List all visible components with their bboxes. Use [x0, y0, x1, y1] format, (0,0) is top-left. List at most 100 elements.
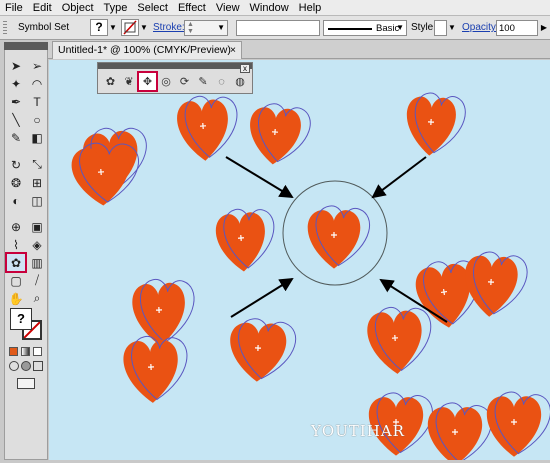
gradient-tool-icon[interactable]: ▣: [28, 218, 46, 235]
column-graph-tool-icon[interactable]: ▥: [28, 254, 46, 271]
paintbrush-tool-icon[interactable]: ✎: [7, 129, 25, 146]
symbol-spinner-icon[interactable]: ⟳: [176, 73, 193, 90]
menu-select[interactable]: Select: [132, 0, 173, 16]
menu-file[interactable]: File: [0, 0, 28, 16]
brush-definition[interactable]: Basic ▼: [323, 20, 407, 36]
symbol-stainer-icon[interactable]: ✎: [195, 73, 212, 90]
menu-effect[interactable]: Effect: [173, 0, 211, 16]
tools-panel-titlebar[interactable]: [4, 42, 48, 50]
tools-panel: ➤ ➢ ✦ ◠ ✒ T ╲ ○ ✎ ◧ ↻ ⤡ ❂ ⊞ ◐ ◫ ⊕ ▣ ⌇ ◈ ✿ ▥ ▢ ⧸ ✋ ⌕?: [4, 42, 48, 460]
heart-fill: [307, 210, 361, 269]
menu-window[interactable]: Window: [245, 0, 294, 16]
heart-symbol[interactable]: [122, 333, 191, 405]
fill-swatch-icon[interactable]: ?: [10, 308, 32, 330]
eyedropper-tool-icon[interactable]: ⌇: [7, 236, 25, 253]
heart-symbol[interactable]: [427, 401, 493, 463]
symbol-sprayer-tool-icon[interactable]: ✿: [5, 252, 27, 273]
lasso-tool-icon[interactable]: ◠: [28, 75, 46, 92]
opacity-field[interactable]: 100: [496, 20, 538, 36]
document-tab[interactable]: Untitled-1* @ 100% (CMYK/Preview) ×: [52, 41, 242, 59]
symbol-shifter-icon[interactable]: ❦: [121, 73, 138, 90]
line-segment-tool-icon[interactable]: ╲: [7, 111, 25, 128]
brush-dropdown-icon[interactable]: ▼: [396, 23, 404, 32]
slice-tool-icon[interactable]: ⧸: [28, 272, 46, 289]
panel-close-icon[interactable]: x: [240, 64, 250, 73]
draw-inside-icon[interactable]: [33, 361, 43, 371]
heart-symbol[interactable]: [175, 92, 241, 162]
heart-symbol[interactable]: [229, 316, 298, 383]
draw-behind-icon[interactable]: [21, 361, 31, 371]
draw-normal-icon[interactable]: [9, 361, 19, 371]
free-transform-tool-icon[interactable]: ⊞: [28, 174, 46, 191]
spinner-up-icon[interactable]: ▲: [187, 21, 194, 28]
heart-symbol[interactable]: [366, 303, 436, 376]
style-label: Style:: [411, 22, 437, 33]
magic-wand-tool-icon[interactable]: ✦: [7, 75, 25, 92]
scale-tool-icon[interactable]: ⤡: [28, 156, 46, 173]
menu-view[interactable]: View: [211, 0, 245, 16]
heart-symbol[interactable]: [247, 101, 313, 167]
menu-help[interactable]: Help: [294, 0, 327, 16]
type-tool-icon[interactable]: T: [28, 93, 46, 110]
hand-tool-icon[interactable]: ✋: [7, 290, 25, 307]
panel-titlebar[interactable]: [98, 63, 252, 69]
stroke-label[interactable]: Stroke:: [153, 22, 185, 34]
direct-selection-tool-icon[interactable]: ➢: [28, 57, 46, 74]
perspective-grid-tool-icon[interactable]: ◫: [28, 192, 46, 209]
artwork: [70, 90, 550, 463]
shape-builder-tool-icon[interactable]: ◐: [7, 192, 25, 209]
gradient-icon[interactable]: [21, 347, 30, 356]
color-icon[interactable]: [9, 347, 18, 356]
heart-symbol[interactable]: [214, 205, 279, 274]
selection-tool-icon[interactable]: ➤: [7, 57, 25, 74]
stroke-swatch[interactable]: [121, 19, 139, 36]
selection-type-label: Symbol Set: [18, 22, 70, 33]
heart-symbol[interactable]: [131, 276, 198, 347]
close-document-icon[interactable]: ×: [230, 42, 236, 58]
rectangle-tool-icon[interactable]: ○: [28, 111, 46, 128]
menu-type[interactable]: Type: [99, 0, 133, 16]
symbol-sprayer-icon[interactable]: ✿: [102, 73, 119, 90]
opacity-dropdown-icon[interactable]: ▶: [538, 20, 550, 35]
screen-mode-icon[interactable]: [17, 378, 35, 389]
document-title: Untitled-1* @ 100% (CMYK/Preview): [58, 44, 231, 56]
stroke-weight-field[interactable]: ▲ ▼ ▼: [184, 20, 228, 36]
spinner-down-icon[interactable]: ▼: [187, 28, 194, 35]
artboard-tool-icon[interactable]: ▢: [7, 272, 25, 289]
none-icon[interactable]: [33, 347, 42, 356]
variable-width-profile[interactable]: [236, 20, 320, 36]
heart-fill: [71, 146, 130, 206]
arrow-bottom-left: [230, 277, 294, 318]
symbol-sizer-icon[interactable]: ◎: [158, 73, 175, 90]
drawing-mode-buttons: [9, 361, 45, 373]
fill-swatch[interactable]: ?: [90, 19, 108, 36]
symbol-scruncher-icon[interactable]: ✥: [137, 71, 158, 92]
pen-tool-icon[interactable]: ✒: [7, 93, 25, 110]
menu-edit[interactable]: Edit: [28, 0, 57, 16]
style-dropdown-icon[interactable]: ▼: [446, 20, 458, 35]
heart-symbol[interactable]: [463, 249, 530, 318]
symbol-styler-icon[interactable]: ◍: [232, 73, 249, 90]
opacity-label[interactable]: Opacity:: [462, 22, 499, 34]
menu-object[interactable]: Object: [57, 0, 99, 16]
rotate-tool-icon[interactable]: ↻: [7, 156, 25, 173]
stroke-dropdown-icon[interactable]: ▼: [138, 20, 150, 35]
control-bar-grip[interactable]: [3, 21, 7, 35]
fill-stroke-widget[interactable]: ?: [10, 308, 44, 342]
heart-symbol[interactable]: [486, 390, 550, 457]
fill-dropdown-icon[interactable]: ▼: [107, 20, 119, 35]
heart-symbol-instances[interactable]: [70, 90, 550, 463]
warp-tool-icon[interactable]: ❂: [7, 174, 25, 191]
heart-symbol[interactable]: [405, 90, 468, 157]
heart-fill: [177, 99, 228, 161]
heart-fill: [250, 107, 301, 165]
blend-tool-icon[interactable]: ◈: [28, 236, 46, 253]
heart-symbol[interactable]: [307, 204, 372, 269]
stroke-weight-dropdown-icon[interactable]: ▼: [217, 23, 225, 32]
zoom-tool-icon[interactable]: ⌕: [28, 290, 46, 307]
eraser-tool-icon[interactable]: ◧: [28, 129, 46, 146]
mesh-tool-icon[interactable]: ⊕: [7, 218, 25, 235]
arrow-top-right: [371, 156, 427, 199]
symbol-screener-icon[interactable]: ◌: [213, 73, 230, 90]
artboard-canvas[interactable]: YOUTIHAR: [49, 60, 550, 463]
